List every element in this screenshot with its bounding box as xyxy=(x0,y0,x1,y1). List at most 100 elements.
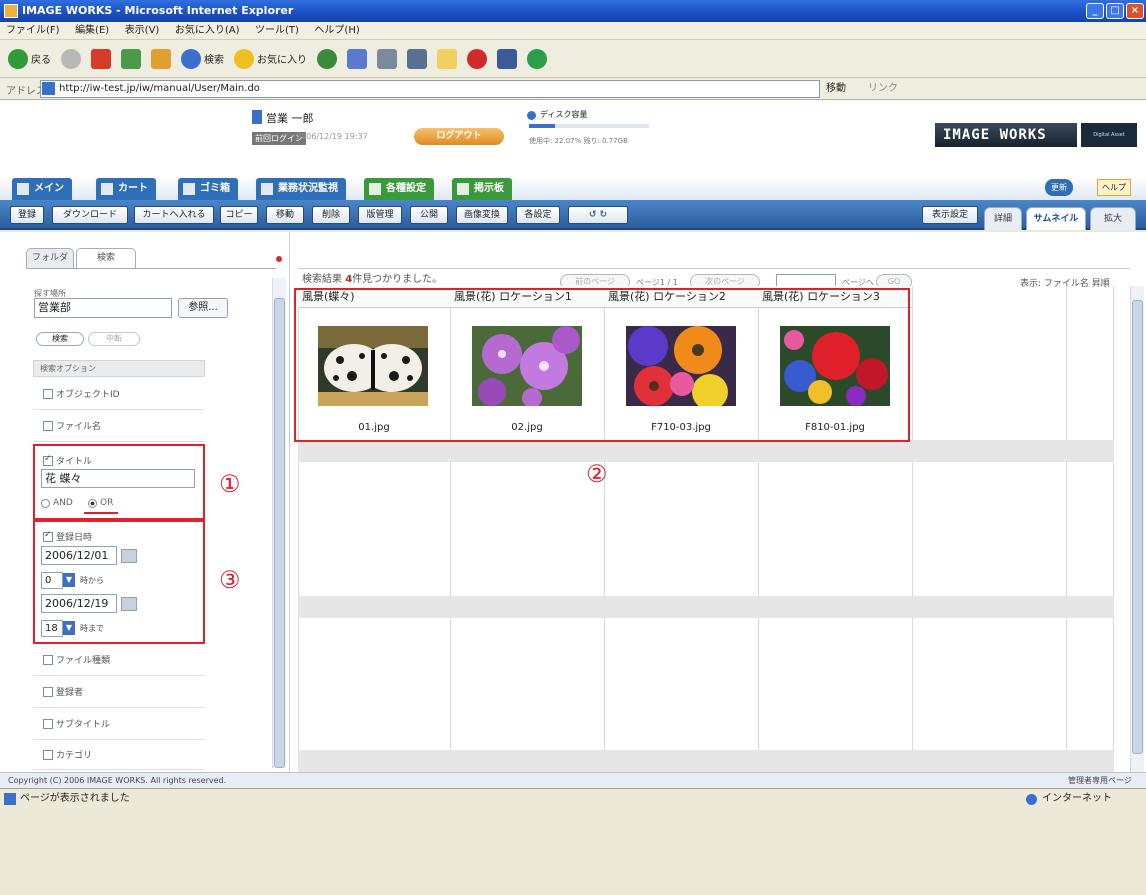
menu-favorites[interactable]: お気に入り(A) xyxy=(169,22,246,40)
globe-icon xyxy=(1026,794,1037,805)
refresh-button[interactable] xyxy=(119,46,143,72)
disk-usage-bar xyxy=(529,124,649,128)
copy-button[interactable]: コピー xyxy=(220,206,258,224)
search-options-header: 検索オプション xyxy=(33,360,205,377)
pin-icon[interactable] xyxy=(276,256,282,262)
left-scrollbar[interactable] xyxy=(272,278,286,768)
register-button[interactable]: 登録 xyxy=(10,206,44,224)
search-button[interactable]: 検索 xyxy=(36,332,84,346)
option-file-type[interactable]: ファイル種類 xyxy=(33,644,205,676)
maximize-button[interactable]: □ xyxy=(1106,3,1124,19)
checkbox[interactable] xyxy=(43,388,53,399)
tab-trash[interactable]: ゴミ箱 xyxy=(178,178,238,200)
close-button[interactable]: × xyxy=(1126,3,1144,19)
move-button[interactable]: 移動 xyxy=(266,206,304,224)
edit-icon xyxy=(407,48,427,69)
view-detail-tab[interactable]: 詳細 xyxy=(984,207,1022,230)
tab-search[interactable]: 検索 xyxy=(76,248,136,268)
home-button[interactable] xyxy=(149,46,173,72)
search-button[interactable]: 検索 xyxy=(179,46,226,72)
convert-button[interactable]: 画像変換 xyxy=(456,206,508,224)
status-bar: ページが表示されました インターネット xyxy=(0,788,1146,810)
publish-button[interactable]: 公開 xyxy=(410,206,448,224)
option-file-name[interactable]: ファイル名 xyxy=(33,410,205,442)
tab-settings[interactable]: 各種設定 xyxy=(364,178,434,200)
option-category[interactable]: カテゴリ xyxy=(33,740,205,770)
cancel-button[interactable]: 中断 xyxy=(88,332,140,346)
stop-button[interactable] xyxy=(89,46,113,72)
window-bottom xyxy=(0,810,1146,895)
row-separator xyxy=(298,750,1114,772)
checkbox[interactable] xyxy=(43,718,53,729)
menu-tools[interactable]: ツール(T) xyxy=(249,22,305,40)
user-icon xyxy=(252,110,262,124)
forward-button[interactable] xyxy=(59,46,83,72)
mail-button[interactable] xyxy=(345,46,369,72)
menu-help[interactable]: ヘルプ(H) xyxy=(308,22,365,40)
favorites-button[interactable]: お気に入り xyxy=(232,46,309,72)
history-button[interactable] xyxy=(315,46,339,72)
search-location-field[interactable]: 営業部 xyxy=(34,298,172,318)
tab-main[interactable]: メイン xyxy=(12,178,72,200)
undo-redo-button[interactable]: ↺ ↻ xyxy=(568,206,628,224)
tab-folder[interactable]: フォルダ xyxy=(26,248,74,268)
back-button[interactable]: 戻る xyxy=(6,46,53,72)
research-button[interactable] xyxy=(495,46,519,72)
logout-button[interactable]: ログアウト xyxy=(414,128,504,145)
checkbox[interactable] xyxy=(43,420,53,431)
block-icon xyxy=(467,48,487,69)
view-thumbnail-tab[interactable]: サムネイル xyxy=(1026,207,1086,230)
annotation-box-3 xyxy=(33,520,205,644)
row-separator xyxy=(298,596,1114,618)
minimize-button[interactable]: _ xyxy=(1086,3,1104,19)
menu-bar: ファイル(F) 編集(E) 表示(V) お気に入り(A) ツール(T) ヘルプ(… xyxy=(0,22,1146,40)
help-button[interactable]: ヘルプ xyxy=(1097,179,1131,196)
popup-block-button[interactable] xyxy=(465,46,489,72)
menu-edit[interactable]: 編集(E) xyxy=(69,22,115,40)
window-title: IMAGE WORKS - Microsoft Internet Explore… xyxy=(0,0,1146,22)
grid-column xyxy=(912,286,1066,772)
tab-cart[interactable]: カート xyxy=(96,178,156,200)
print-icon xyxy=(377,48,397,69)
annotation-1: ① xyxy=(219,470,241,498)
checkbox[interactable] xyxy=(43,749,53,760)
view-enlarged-tab[interactable]: 拡大 xyxy=(1090,207,1136,230)
folder-button[interactable] xyxy=(435,46,459,72)
checkbox[interactable] xyxy=(43,654,53,665)
download-button[interactable]: ダウンロード xyxy=(52,206,128,224)
links-label[interactable]: リンク xyxy=(868,80,898,98)
results-area: 前のページ ページ1 / 1 次のページ ページへ GO 表示: ファイル名 昇… xyxy=(290,232,1146,772)
scroll-thumb[interactable] xyxy=(274,298,285,768)
go-button[interactable]: 移動 xyxy=(826,80,846,98)
page-done-icon xyxy=(4,793,16,805)
version-button[interactable]: 版管理 xyxy=(358,206,402,224)
edit-button[interactable] xyxy=(405,46,429,72)
search-icon xyxy=(181,48,201,69)
ie-icon xyxy=(4,4,18,18)
option-registrant[interactable]: 登録者 xyxy=(33,676,205,708)
tab-board[interactable]: 掲示板 xyxy=(452,178,512,200)
option-object-id[interactable]: オブジェクトID xyxy=(33,378,205,410)
option-subtitle[interactable]: サブタイトル xyxy=(33,708,205,740)
update-button[interactable]: 更新 xyxy=(1045,179,1073,196)
function-tabs: メイン カート ゴミ箱 業務状況監視 各種設定 掲示板 更新 ヘルプ xyxy=(0,176,1146,200)
disk-usage: 使用中: 22.07% 残り: 0.77GB xyxy=(529,137,628,145)
tab-monitor[interactable]: 業務状況監視 xyxy=(256,178,346,200)
browse-button[interactable]: 参照... xyxy=(178,298,228,318)
add-to-cart-button[interactable]: カートへ入れる xyxy=(134,206,214,224)
main-scrollbar[interactable] xyxy=(1130,286,1144,772)
row-separator xyxy=(298,440,1114,462)
print-button[interactable] xyxy=(375,46,399,72)
mail-icon xyxy=(347,48,367,69)
scroll-thumb[interactable] xyxy=(1132,300,1143,754)
checkbox[interactable] xyxy=(43,686,53,697)
delete-button[interactable]: 削除 xyxy=(312,206,350,224)
display-settings-button[interactable]: 表示設定 xyxy=(922,206,978,224)
menu-view[interactable]: 表示(V) xyxy=(119,22,166,40)
url-input[interactable]: http://iw-test.jp/iw/manual/User/Main.do xyxy=(40,80,820,98)
messenger-button[interactable] xyxy=(525,46,549,72)
config-button[interactable]: 各設定 xyxy=(516,206,560,224)
search-panel: フォルダ 検索 探す場所 営業部 参照... 検索 中断 検索オプション オブジ… xyxy=(0,232,290,772)
admin-link[interactable]: 管理者専用ページ xyxy=(1068,773,1132,788)
menu-file[interactable]: ファイル(F) xyxy=(0,22,66,40)
